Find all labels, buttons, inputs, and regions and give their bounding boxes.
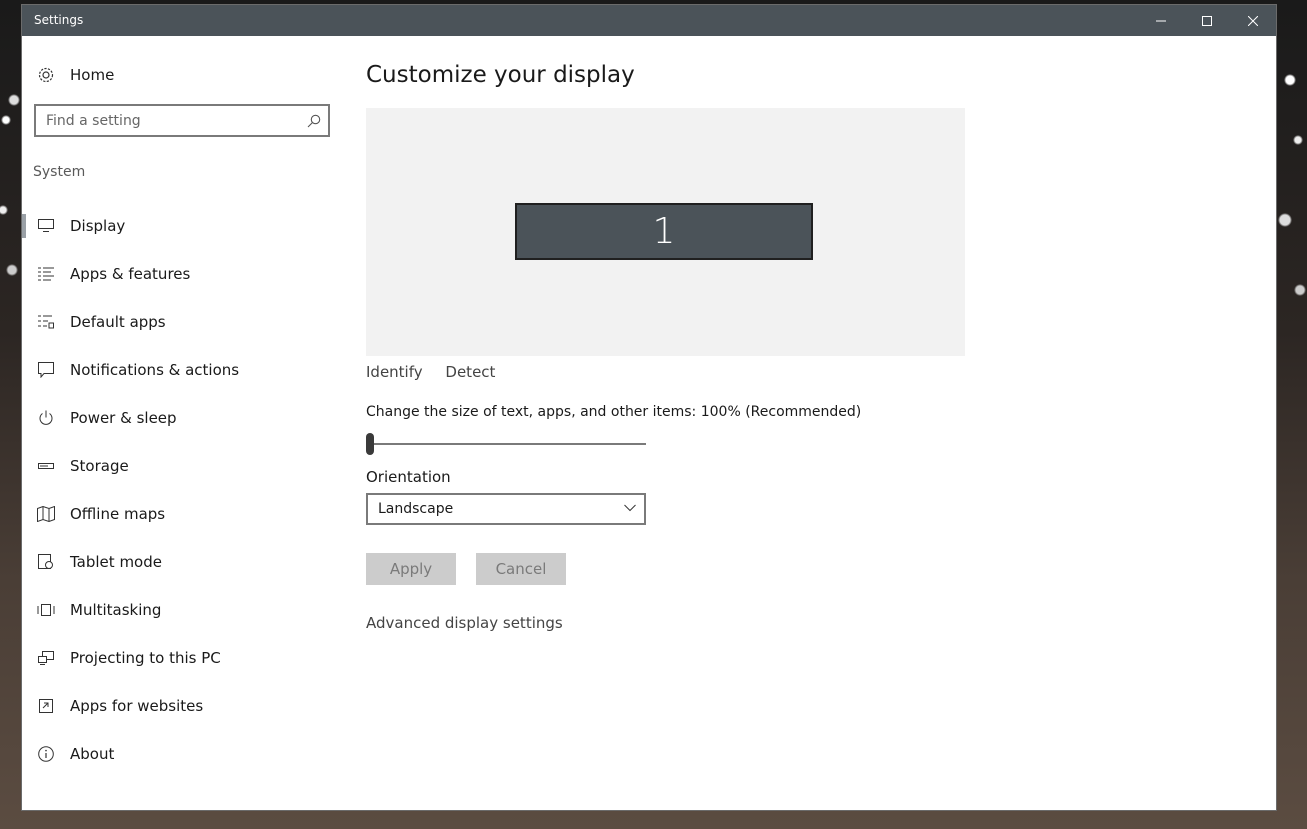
sidebar-item-multitasking[interactable]: Multitasking — [22, 586, 352, 634]
tablet-mode-icon — [36, 552, 56, 572]
display-1-tile[interactable]: 1 — [515, 203, 813, 260]
maximize-icon — [1202, 15, 1212, 26]
minimize-button[interactable] — [1138, 5, 1184, 36]
search-box[interactable] — [34, 104, 330, 137]
sidebar-item-label: Default apps — [70, 313, 166, 331]
gear-icon — [36, 65, 56, 85]
search-icon — [307, 114, 321, 128]
main-content: Customize your display 1 Identify Detect… — [366, 36, 1266, 810]
sidebar-item-label: Multitasking — [70, 601, 162, 619]
section-label: System — [33, 164, 86, 180]
sidebar-item-label: Apps for websites — [70, 697, 204, 715]
orientation-value: Landscape — [378, 501, 454, 517]
detect-link[interactable]: Detect — [445, 363, 495, 381]
advanced-display-settings-link[interactable]: Advanced display settings — [366, 614, 563, 632]
monitor-icon — [36, 216, 56, 236]
sidebar-item-label: Tablet mode — [70, 553, 162, 571]
sidebar-item-label: Storage — [70, 457, 129, 475]
sidebar-item-home[interactable]: Home — [36, 63, 336, 87]
sidebar-item-label: Offline maps — [70, 505, 166, 523]
sidebar-item-default-apps[interactable]: Default apps — [22, 298, 352, 346]
apply-button[interactable]: Apply — [366, 553, 456, 585]
info-icon — [36, 744, 56, 764]
chevron-down-icon — [624, 504, 636, 512]
sidebar-item-offline-maps[interactable]: Offline maps — [22, 490, 352, 538]
display-actions: Identify Detect — [366, 363, 513, 381]
sidebar-item-apps-websites[interactable]: Apps for websites — [22, 682, 352, 730]
sidebar-item-apps-features[interactable]: Apps & features — [22, 250, 352, 298]
sidebar-item-label: Projecting to this PC — [70, 649, 221, 667]
home-label: Home — [70, 66, 115, 84]
cancel-button[interactable]: Cancel — [476, 553, 566, 585]
map-icon — [36, 504, 56, 524]
sidebar: Home System Display Apps & features — [22, 36, 352, 810]
page-title: Customize your display — [366, 62, 635, 88]
storage-icon — [36, 456, 56, 476]
multitasking-icon — [36, 600, 56, 620]
display-preview-area: 1 — [366, 108, 965, 356]
sidebar-item-label: About — [70, 745, 115, 763]
sidebar-item-label: Power & sleep — [70, 409, 177, 427]
slider-track — [370, 443, 646, 445]
projecting-icon — [36, 648, 56, 668]
default-apps-icon — [36, 312, 56, 332]
notification-icon — [36, 360, 56, 380]
sidebar-item-power-sleep[interactable]: Power & sleep — [22, 394, 352, 442]
sidebar-item-label: Apps & features — [70, 265, 191, 283]
power-icon — [36, 408, 56, 428]
orientation-dropdown[interactable]: Landscape — [366, 493, 646, 525]
sidebar-item-display[interactable]: Display — [22, 202, 352, 250]
close-icon — [1248, 15, 1258, 26]
sidebar-item-storage[interactable]: Storage — [22, 442, 352, 490]
title-bar[interactable]: Settings — [22, 5, 1276, 36]
sidebar-item-label: Notifications & actions — [70, 361, 240, 379]
sidebar-item-notifications[interactable]: Notifications & actions — [22, 346, 352, 394]
settings-window: Settings Home System — [22, 5, 1276, 810]
sidebar-item-about[interactable]: About — [22, 730, 352, 778]
scale-slider[interactable] — [366, 431, 646, 457]
search-button[interactable] — [304, 111, 324, 131]
orientation-label: Orientation — [366, 468, 451, 486]
apps-websites-icon — [36, 696, 56, 716]
display-number: 1 — [652, 211, 676, 252]
scale-label: Change the size of text, apps, and other… — [366, 404, 862, 420]
sidebar-item-tablet-mode[interactable]: Tablet mode — [22, 538, 352, 586]
sidebar-item-label: Display — [70, 217, 126, 235]
minimize-icon — [1156, 20, 1166, 21]
window-title: Settings — [34, 13, 84, 27]
close-button[interactable] — [1230, 5, 1276, 36]
maximize-button[interactable] — [1184, 5, 1230, 36]
sidebar-item-projecting[interactable]: Projecting to this PC — [22, 634, 352, 682]
slider-thumb[interactable] — [366, 433, 374, 455]
search-input[interactable] — [36, 106, 308, 135]
list-icon — [36, 264, 56, 284]
identify-link[interactable]: Identify — [366, 363, 423, 381]
nav-list: Display Apps & features Default apps Not… — [22, 202, 352, 778]
